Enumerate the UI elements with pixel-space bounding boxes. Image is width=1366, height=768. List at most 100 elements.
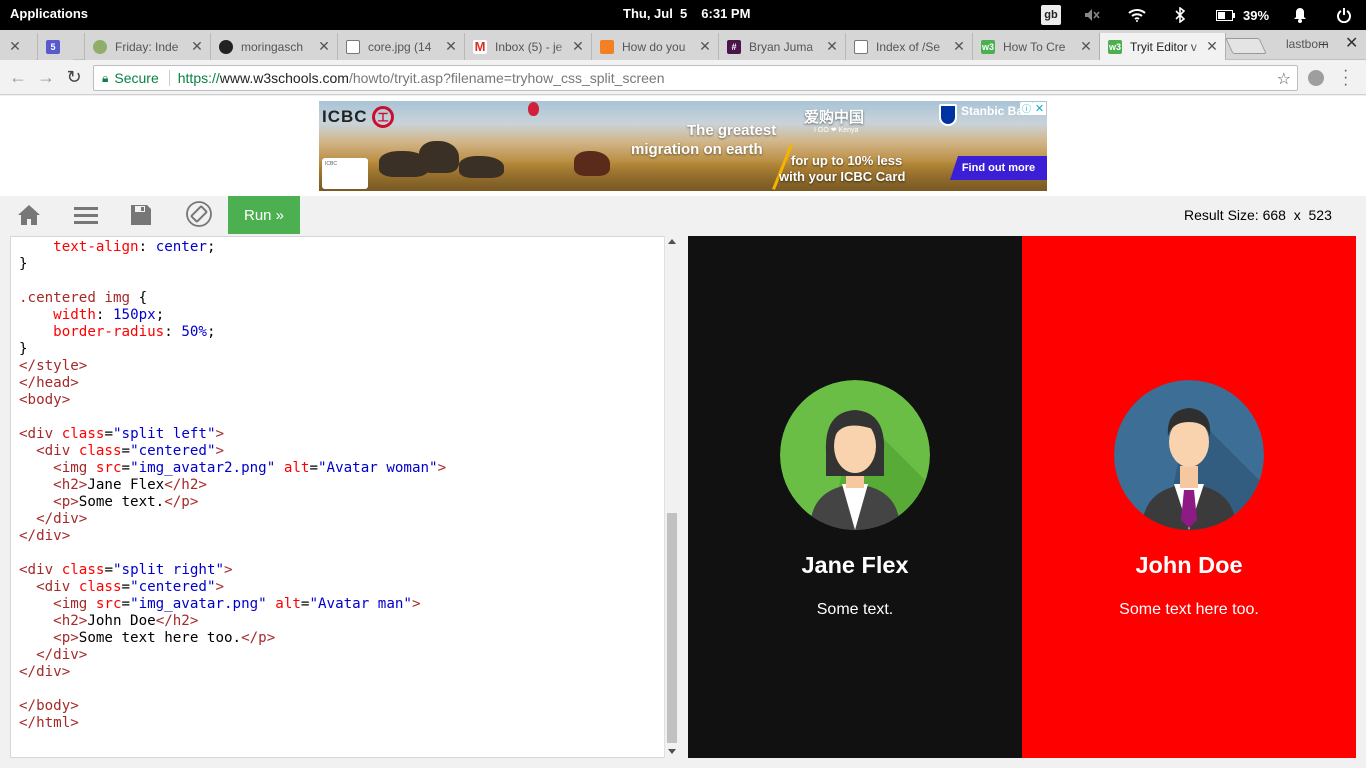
tab-pinned-5[interactable]: 5 (37, 33, 73, 60)
code-text[interactable]: text-align: center; } .centered img { wi… (19, 239, 446, 732)
bookmark-star-icon[interactable]: ☆ (1277, 69, 1291, 89)
split-left: Jane Flex Some text. (688, 236, 1022, 758)
close-icon[interactable]: ✕ (317, 38, 331, 55)
clock[interactable]: Thu, Jul 5 6:31 PM (623, 6, 764, 21)
result-height: 523 (1308, 207, 1332, 223)
extension-icon[interactable] (1308, 70, 1324, 86)
woman-avatar-icon (780, 380, 930, 530)
ad-chinese-subtext: I GO ❤ Kenya (814, 127, 859, 134)
address-bar[interactable]: 🔒︎ Secure https:// www.w3schools.com /ho… (93, 65, 1298, 91)
tab-index-of[interactable]: Index of /Se ✕ (845, 33, 972, 60)
ad-offer: for up to 10% less with your ICBC Card (779, 153, 905, 185)
ad-close-icon[interactable]: ✕ (1033, 102, 1046, 115)
save-icon[interactable] (130, 204, 154, 226)
icbc-seal-icon: 工 (372, 106, 394, 128)
browser-toolbar: ← → ↻ 🔒︎ Secure https:// www.w3schools.c… (0, 61, 1366, 95)
keyboard-layout-indicator[interactable]: gb (1041, 5, 1061, 25)
back-arrow-icon[interactable]: ← (7, 67, 29, 88)
close-icon[interactable]: ✕ (190, 38, 204, 55)
tab-stackoverflow[interactable]: How do you ✕ (591, 33, 718, 60)
wildebeest-image (459, 156, 504, 178)
tree-icon (93, 39, 107, 54)
close-icon[interactable]: ✕ (8, 38, 22, 55)
close-icon[interactable]: ✕ (444, 38, 458, 55)
volume-muted-icon[interactable] (1082, 4, 1102, 26)
url-host: www.w3schools.com (219, 70, 349, 86)
left-centered: Jane Flex Some text. (688, 380, 1022, 619)
tab-inbox[interactable]: M Inbox (5) - je ✕ (464, 33, 591, 60)
tab-title: Tryit Editor v (1130, 39, 1197, 54)
wildebeest-image (419, 141, 459, 173)
tab-title: How do you (622, 39, 686, 54)
reload-icon[interactable]: ↻ (63, 67, 85, 88)
code-scrollbar[interactable] (664, 236, 678, 758)
scroll-thumb[interactable] (667, 513, 677, 743)
battery-icon[interactable] (1215, 4, 1237, 26)
close-icon[interactable]: ✕ (1079, 38, 1093, 55)
scroll-up-arrow-icon[interactable] (668, 239, 676, 244)
menu-icon[interactable] (74, 204, 98, 226)
close-icon[interactable]: ✕ (1205, 38, 1219, 55)
new-tab-button[interactable] (1225, 38, 1267, 54)
five-icon: 5 (46, 39, 60, 54)
close-icon[interactable]: ✕ (571, 38, 585, 55)
page-icon (346, 39, 360, 54)
man-avatar-icon (1114, 380, 1264, 530)
split-right: John Doe Some text here too. (1022, 236, 1356, 758)
power-icon[interactable] (1334, 4, 1354, 26)
code-editor[interactable]: text-align: center; } .centered img { wi… (10, 236, 678, 758)
browser-menu-icon[interactable]: · · · (1343, 63, 1348, 93)
rotate-screen-icon[interactable] (185, 201, 213, 227)
tryit-toolbar (0, 196, 1366, 234)
address-separator (168, 70, 170, 86)
forward-arrow-icon[interactable]: → (35, 67, 57, 88)
tab-title: Inbox (5) - je (495, 39, 563, 54)
bluetooth-icon[interactable] (1172, 4, 1188, 26)
window-close-icon[interactable]: ✕ (1345, 33, 1358, 53)
scroll-down-arrow-icon[interactable] (668, 749, 676, 754)
people-image (574, 151, 610, 176)
find-out-more-button[interactable]: Find out more (950, 156, 1047, 180)
lock-icon: 🔒︎ (102, 70, 109, 85)
tab-close-prev[interactable]: ✕ (0, 33, 36, 60)
url-scheme: https:// (177, 70, 220, 86)
os-top-bar: Applications Thu, Jul 5 6:31 PM gb 39% (0, 0, 1366, 30)
w3schools-icon: w3 (981, 39, 995, 54)
result-frame: Jane Flex Some text. John Doe Some text … (688, 236, 1356, 758)
hot-air-balloon-icon (528, 102, 539, 116)
minimize-icon[interactable]: – (1320, 35, 1328, 51)
tab-slack[interactable]: # Bryan Juma ✕ (718, 33, 845, 60)
tab-title: Bryan Juma (749, 39, 814, 54)
tab-github[interactable]: moringasch ✕ (210, 33, 337, 60)
tab-core-jpg[interactable]: core.jpg (14 ✕ (337, 33, 464, 60)
slack-hash-icon: # (727, 39, 741, 54)
close-icon[interactable]: ✕ (825, 38, 839, 55)
tab-tryit-editor[interactable]: w3 Tryit Editor v ✕ (1099, 33, 1226, 60)
browser-tab-strip: ✕ 5 Friday: Inde ✕ moringasch ✕ core.jpg… (0, 30, 1366, 60)
ad-info-icon[interactable]: ⓘ (1020, 102, 1033, 115)
gmail-icon: M (473, 39, 487, 54)
home-icon[interactable] (17, 204, 41, 226)
github-icon (219, 39, 233, 54)
ad-offer-line2: with your ICBC Card (779, 169, 906, 184)
notifications-bell-icon[interactable] (1290, 4, 1310, 26)
icbc-banner-ad[interactable]: ICBC 工 The greatest migration on earth 爱… (319, 101, 1047, 191)
tab-how-to-create[interactable]: w3 How To Cre ✕ (972, 33, 1099, 60)
right-text: Some text here too. (1119, 601, 1259, 618)
close-icon[interactable]: ✕ (952, 38, 966, 55)
close-icon[interactable]: ✕ (698, 38, 712, 55)
left-name: Jane Flex (801, 552, 909, 578)
w3schools-icon: w3 (1108, 39, 1122, 54)
secure-label: Secure (114, 70, 159, 86)
result-width: 668 (1262, 207, 1286, 223)
clock-time: 6:31 PM (701, 6, 751, 21)
clock-date: Thu, Jul 5 (623, 6, 688, 21)
applications-menu[interactable]: Applications (10, 6, 88, 21)
wifi-icon[interactable] (1126, 4, 1148, 26)
run-button[interactable]: Run » (228, 196, 300, 234)
tab-title: Friday: Inde (115, 39, 179, 54)
right-name: John Doe (1135, 552, 1243, 578)
tab-friday[interactable]: Friday: Inde ✕ (84, 33, 210, 60)
tab-title: Index of /Se (876, 39, 941, 54)
url-path: /howto/tryit.asp?filename=tryhow_css_spl… (348, 70, 665, 86)
